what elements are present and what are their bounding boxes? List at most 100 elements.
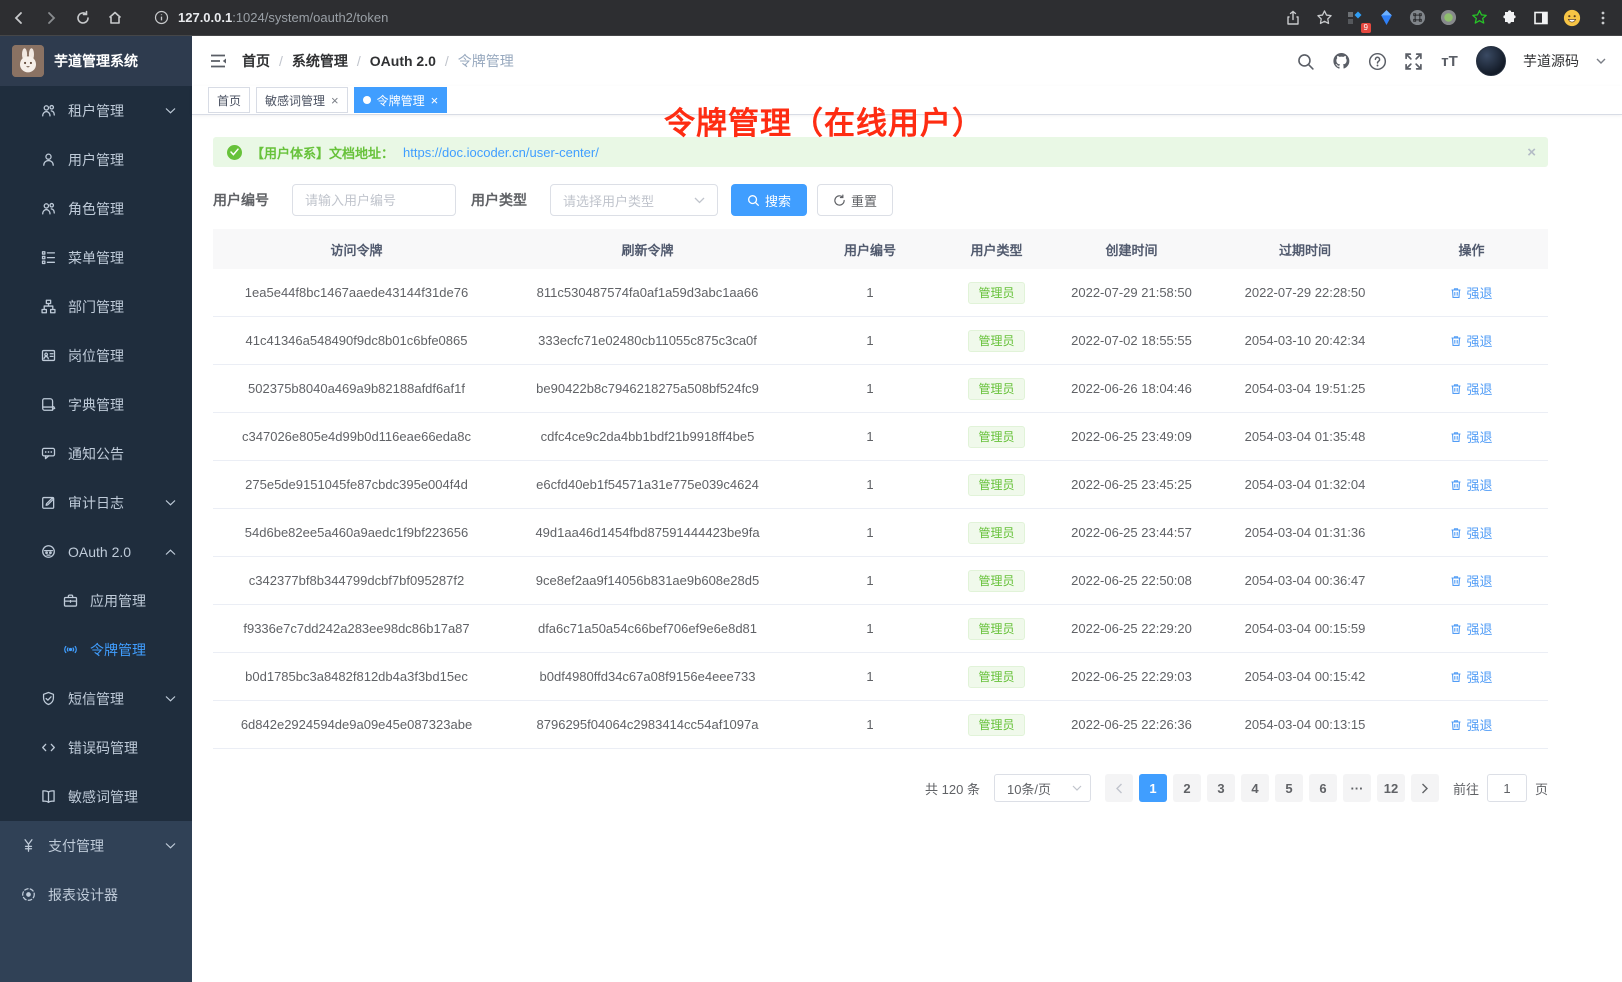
app-logo-bar[interactable]: 芋道管理系统 <box>0 36 192 86</box>
force-logout-button[interactable]: 强退 <box>1450 427 1492 446</box>
home-icon[interactable] <box>106 9 124 27</box>
search-icon[interactable] <box>1296 52 1315 71</box>
page-button[interactable]: 5 <box>1275 774 1303 802</box>
extension-command-icon[interactable] <box>1408 9 1426 27</box>
sidebar-item[interactable]: 字典管理 <box>0 380 192 429</box>
font-size-icon[interactable]: ᴛT <box>1440 52 1459 71</box>
page-button[interactable]: 4 <box>1241 774 1269 802</box>
prev-page-button[interactable] <box>1105 774 1133 802</box>
address-bar[interactable]: 127.0.0.1:1024/system/oauth2/token <box>138 9 1270 27</box>
sidebar-item[interactable]: OAuth 2.0 <box>0 527 192 576</box>
doc-link[interactable]: https://doc.iocoder.cn/user-center/ <box>403 145 599 160</box>
force-logout-button[interactable]: 强退 <box>1450 283 1492 302</box>
browser-toolbar: 127.0.0.1:1024/system/oauth2/token 9 <box>0 0 1622 36</box>
user-avatar[interactable] <box>1476 46 1506 76</box>
force-logout-button[interactable]: 强退 <box>1450 715 1492 734</box>
sidebar-item[interactable]: 短信管理 <box>0 674 192 723</box>
user-id-input[interactable] <box>292 184 456 216</box>
sidebar-item-label: 通知公告 <box>68 444 124 464</box>
sidebar-toggle-icon[interactable] <box>1532 9 1550 27</box>
sidebar-item[interactable]: 令牌管理 <box>0 625 192 674</box>
user-name[interactable]: 芋道源码 <box>1523 51 1579 71</box>
force-logout-button[interactable]: 强退 <box>1450 667 1492 686</box>
page-button[interactable]: 2 <box>1173 774 1201 802</box>
view-tab[interactable]: 令牌管理× <box>354 87 448 113</box>
refresh-token-cell: dfa6c71a50a54c66bef706ef9e6e8d81 <box>500 621 795 636</box>
search-button[interactable]: 搜索 <box>731 184 807 216</box>
force-logout-label: 强退 <box>1466 619 1492 638</box>
share-icon[interactable] <box>1284 9 1302 27</box>
access-token-cell: 1ea5e44f8bc1467aaede43144f31de76 <box>213 285 500 300</box>
force-logout-button[interactable]: 强退 <box>1450 523 1492 542</box>
back-icon[interactable] <box>10 9 28 27</box>
chevron-down-icon <box>694 197 705 204</box>
sidebar-item[interactable]: 支付管理 <box>0 821 192 870</box>
url-path: :1024/system/oauth2/token <box>232 10 388 25</box>
sidebar-item[interactable]: 菜单管理 <box>0 233 192 282</box>
sidebar-item-label: 字典管理 <box>68 395 124 415</box>
view-tab[interactable]: 首页 <box>208 87 250 113</box>
close-icon[interactable]: × <box>331 94 339 107</box>
create-time-cell: 2022-06-25 23:49:09 <box>1048 429 1215 444</box>
view-tab-label: 敏感词管理 <box>265 92 325 109</box>
reload-icon[interactable] <box>74 9 92 27</box>
sidebar-item[interactable]: 角色管理 <box>0 184 192 233</box>
expire-time-cell: 2022-07-29 22:28:50 <box>1215 285 1395 300</box>
user-id-cell: 1 <box>795 669 945 684</box>
force-logout-button[interactable]: 强退 <box>1450 379 1492 398</box>
sidebar-item[interactable]: 部门管理 <box>0 282 192 331</box>
sidebar-item[interactable]: 通知公告 <box>0 429 192 478</box>
extension-record-icon[interactable] <box>1439 9 1457 27</box>
breadcrumb-item[interactable]: 首页 <box>242 51 270 71</box>
sidebar-item[interactable]: 审计日志 <box>0 478 192 527</box>
github-icon[interactable] <box>1332 52 1351 71</box>
fullscreen-icon[interactable] <box>1404 52 1423 71</box>
close-icon[interactable]: × <box>431 94 439 107</box>
help-icon[interactable] <box>1368 52 1387 71</box>
bookmark-star-icon[interactable] <box>1315 9 1333 27</box>
sidebar-item[interactable]: 错误码管理 <box>0 723 192 772</box>
browser-menu-icon[interactable] <box>1594 9 1612 27</box>
sidebar-item[interactable]: 应用管理 <box>0 576 192 625</box>
extension-blocks-icon[interactable]: 9 <box>1346 9 1364 27</box>
sidebar-item[interactable]: 用户管理 <box>0 135 192 184</box>
site-info-icon[interactable] <box>152 9 170 27</box>
jump-page-input[interactable] <box>1487 774 1527 802</box>
breadcrumb-item[interactable]: 系统管理 <box>292 51 348 71</box>
table-row: 275e5de9151045fe87cbdc395e004f4de6cfd40e… <box>213 461 1548 509</box>
alert-close-icon[interactable]: × <box>1527 144 1536 161</box>
page-button[interactable]: 3 <box>1207 774 1235 802</box>
access-token-cell: 275e5de9151045fe87cbdc395e004f4d <box>213 477 500 492</box>
pagination: 共 120 条 10条/页 123456···12 前往 页 <box>213 774 1548 802</box>
user-type-select[interactable]: 请选择用户类型 <box>550 184 718 216</box>
extension-puzzle-icon[interactable] <box>1501 9 1519 27</box>
refresh-icon <box>833 194 846 207</box>
hamburger-icon[interactable] <box>208 51 228 71</box>
page-size-select[interactable]: 10条/页 <box>994 774 1091 802</box>
sidebar: 芋道管理系统 租户管理用户管理角色管理菜单管理部门管理岗位管理字典管理通知公告审… <box>0 36 192 982</box>
trash-icon <box>1450 431 1462 443</box>
caret-down-icon[interactable] <box>1596 58 1606 65</box>
next-page-button[interactable] <box>1411 774 1439 802</box>
force-logout-button[interactable]: 强退 <box>1450 619 1492 638</box>
pager-ellipsis[interactable]: ··· <box>1343 774 1371 802</box>
force-logout-button[interactable]: 强退 <box>1450 571 1492 590</box>
reset-button[interactable]: 重置 <box>817 184 893 216</box>
sidebar-item-label: 短信管理 <box>68 689 124 709</box>
page-button[interactable]: 6 <box>1309 774 1337 802</box>
forward-icon[interactable] <box>42 9 60 27</box>
extension-diamond-icon[interactable] <box>1377 9 1395 27</box>
force-logout-button[interactable]: 强退 <box>1450 475 1492 494</box>
sidebar-item[interactable]: 报表设计器 <box>0 870 192 919</box>
extension-star-icon[interactable] <box>1470 9 1488 27</box>
breadcrumb-item[interactable]: OAuth 2.0 <box>370 53 436 69</box>
sidebar-item[interactable]: 租户管理 <box>0 86 192 135</box>
page-button[interactable]: 1 <box>1139 774 1167 802</box>
page-button[interactable]: 12 <box>1377 774 1405 802</box>
user-id-cell: 1 <box>795 477 945 492</box>
force-logout-button[interactable]: 强退 <box>1450 331 1492 350</box>
view-tab[interactable]: 敏感词管理 × <box>256 87 348 113</box>
profile-avatar-icon[interactable] <box>1563 9 1581 27</box>
sidebar-item[interactable]: 岗位管理 <box>0 331 192 380</box>
sidebar-item[interactable]: 敏感词管理 <box>0 772 192 821</box>
